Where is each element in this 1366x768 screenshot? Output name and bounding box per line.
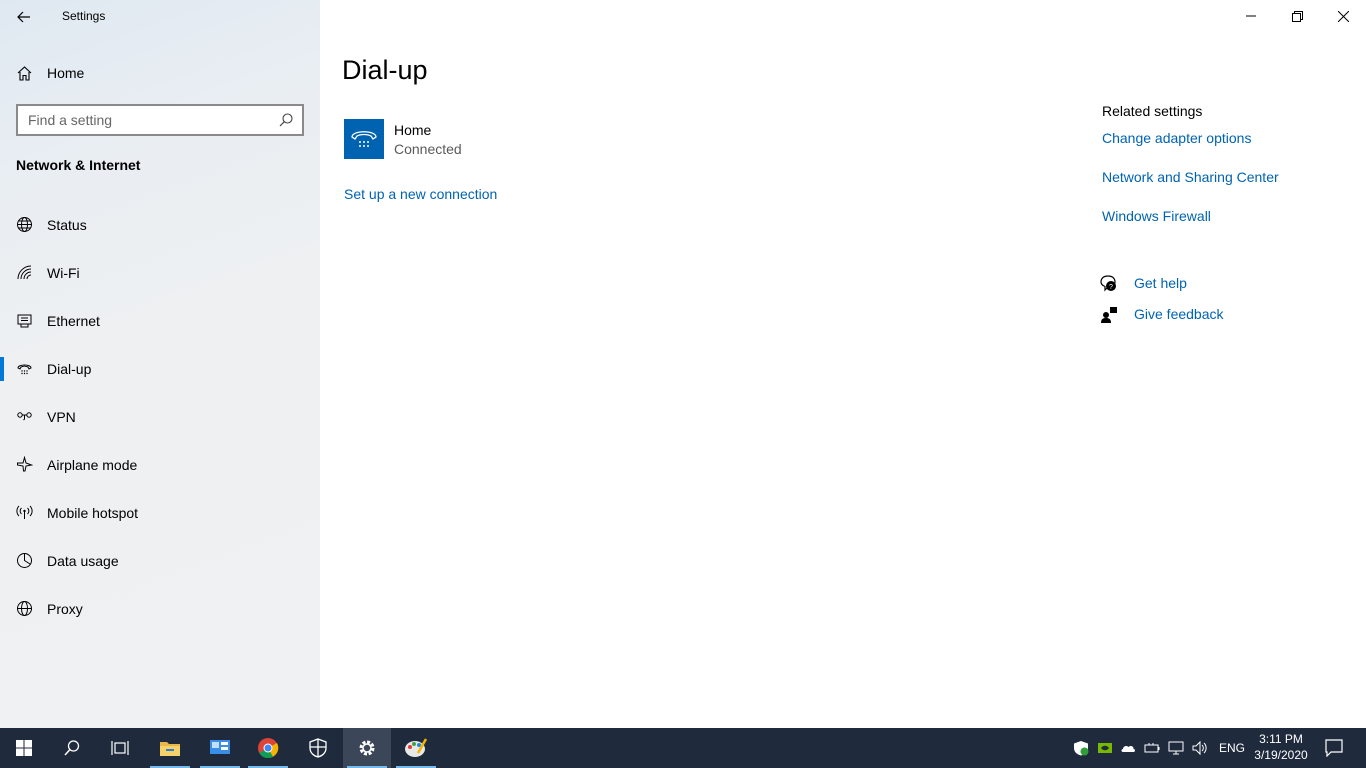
file-explorer-icon	[160, 742, 180, 756]
sidebar-item-ethernet[interactable]: Ethernet	[0, 301, 320, 341]
sidebar-item-home[interactable]: Home	[0, 58, 320, 88]
sidebar-item-label: Mobile hotspot	[47, 505, 139, 521]
give-feedback-label: Give feedback	[1134, 306, 1224, 322]
paint-icon	[405, 738, 428, 757]
connection-name: Home	[394, 122, 432, 138]
home-icon	[17, 66, 32, 81]
restore-icon	[1291, 10, 1303, 22]
settings-button[interactable]	[343, 728, 391, 768]
chrome-icon	[258, 738, 279, 759]
get-help-icon: ?	[1100, 275, 1116, 292]
airplane-icon	[17, 456, 33, 472]
nvidia-tray-icon[interactable]	[1097, 740, 1113, 756]
close-button[interactable]	[1320, 0, 1366, 32]
windows-firewall-link[interactable]: Windows Firewall	[1102, 208, 1211, 224]
task-view-button[interactable]	[96, 728, 144, 768]
file-explorer-button[interactable]	[146, 728, 194, 768]
volume-tray-icon[interactable]	[1192, 740, 1208, 756]
dialup-phone-icon	[351, 131, 377, 147]
sidebar-item-label: Dial-up	[47, 361, 92, 377]
sidebar-item-label: Data usage	[47, 553, 119, 569]
get-help-link[interactable]: ? Get help	[1100, 273, 1300, 295]
proxy-globe-icon	[17, 601, 32, 616]
sidebar-item-airplane[interactable]: Airplane mode	[0, 445, 320, 485]
search-icon	[64, 740, 80, 756]
defender-tray-icon[interactable]	[1073, 740, 1089, 756]
onedrive-tray-icon[interactable]	[1120, 740, 1136, 756]
paint-button[interactable]	[392, 728, 440, 768]
app-title: Settings	[62, 9, 106, 23]
get-help-label: Get help	[1134, 275, 1187, 291]
security-button[interactable]	[294, 728, 342, 768]
sidebar-item-status[interactable]: Status	[0, 205, 320, 245]
task-view-icon	[111, 741, 129, 755]
start-icon	[16, 740, 32, 756]
wifi-icon	[17, 265, 32, 280]
sidebar-item-proxy[interactable]: Proxy	[0, 589, 320, 629]
close-icon	[1337, 10, 1349, 22]
network-sharing-center-link[interactable]: Network and Sharing Center	[1102, 169, 1279, 185]
sidebar-item-label: Proxy	[47, 601, 83, 617]
sidebar-item-data-usage[interactable]: Data usage	[0, 541, 320, 581]
data-usage-icon	[17, 553, 32, 568]
setup-new-connection-link[interactable]: Set up a new connection	[344, 186, 497, 202]
globe-icon	[17, 217, 32, 232]
connection-status: Connected	[394, 141, 462, 157]
chrome-button[interactable]	[244, 728, 292, 768]
minimize-button[interactable]	[1228, 0, 1274, 32]
clock-time: 3:11 PM	[1259, 732, 1303, 746]
connection-tile	[344, 119, 384, 159]
minimize-icon	[1246, 15, 1256, 17]
start-button[interactable]	[0, 728, 48, 768]
network-tray-icon[interactable]	[1168, 740, 1184, 756]
svg-text:?: ?	[1109, 284, 1113, 291]
sidebar-item-label: VPN	[47, 409, 76, 425]
search-box	[16, 104, 304, 136]
clock[interactable]: 3:11 PM 3/19/2020	[1248, 731, 1314, 763]
taskbar-search-button[interactable]	[48, 728, 96, 768]
connection-item[interactable]: Home Connected	[344, 119, 644, 159]
clock-date: 3/19/2020	[1254, 748, 1308, 762]
section-title: Network & Internet	[16, 157, 141, 173]
sidebar-item-label: Airplane mode	[47, 457, 138, 473]
page-title: Dial-up	[342, 55, 428, 85]
active-indicator	[0, 357, 4, 381]
dialup-icon	[17, 364, 32, 375]
power-tray-icon[interactable]	[1144, 740, 1160, 756]
language-indicator[interactable]: ENG	[1219, 741, 1245, 755]
taskbar: ENG 3:11 PM 3/19/2020	[0, 728, 1366, 768]
sidebar: Settings Home Network & Internet Status …	[0, 0, 320, 728]
sidebar-item-dialup[interactable]: Dial-up	[0, 349, 320, 389]
give-feedback-icon	[1101, 307, 1117, 323]
ethernet-icon	[17, 314, 32, 328]
related-settings-title: Related settings	[1102, 103, 1203, 119]
control-panel-icon	[210, 740, 230, 754]
notifications-icon[interactable]	[1325, 739, 1343, 757]
sidebar-item-hotspot[interactable]: Mobile hotspot	[0, 493, 320, 533]
restore-button[interactable]	[1274, 0, 1320, 32]
back-button[interactable]	[8, 4, 40, 30]
search-icon[interactable]	[278, 112, 294, 128]
search-input[interactable]	[18, 106, 270, 134]
give-feedback-link[interactable]: Give feedback	[1100, 304, 1300, 326]
sidebar-item-label: Status	[47, 217, 87, 233]
sidebar-item-wifi[interactable]: Wi-Fi	[0, 253, 320, 293]
hotspot-icon	[16, 505, 33, 519]
control-panel-button[interactable]	[196, 728, 244, 768]
sidebar-item-vpn[interactable]: VPN	[0, 397, 320, 437]
sidebar-item-label: Ethernet	[47, 313, 100, 329]
sidebar-item-label: Wi-Fi	[47, 265, 80, 281]
vpn-icon	[17, 412, 32, 421]
sidebar-item-label: Home	[47, 65, 85, 81]
security-icon	[309, 738, 327, 758]
settings-gear-icon	[359, 740, 375, 756]
back-arrow-icon	[17, 11, 30, 23]
change-adapter-options-link[interactable]: Change adapter options	[1102, 130, 1251, 146]
